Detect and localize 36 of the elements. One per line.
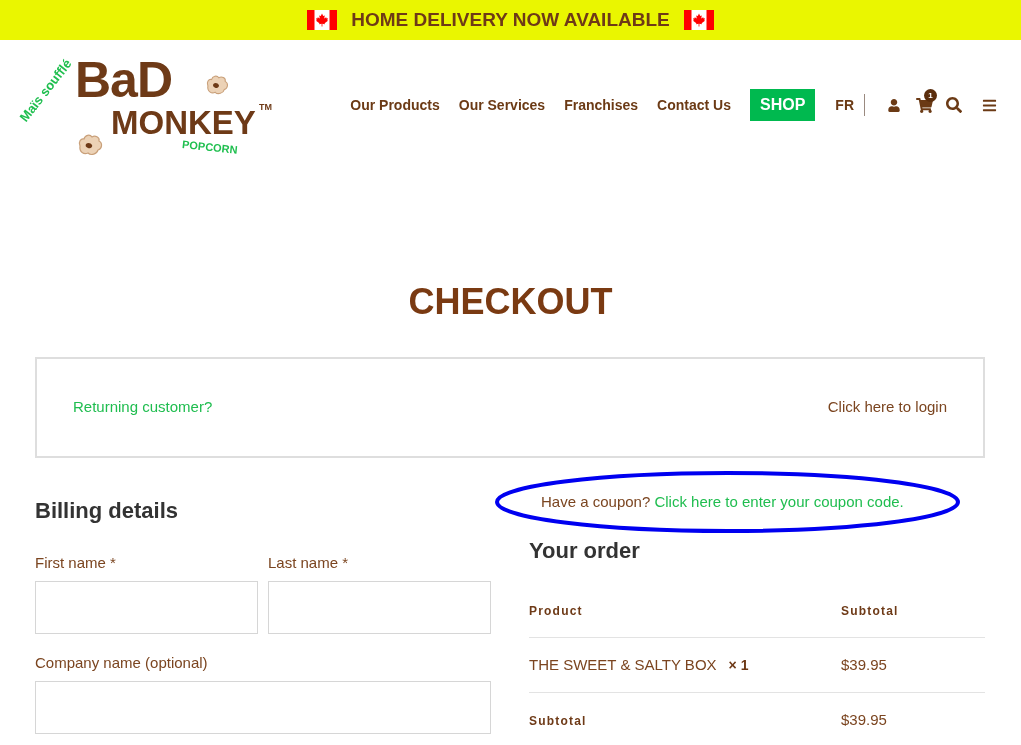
nav-link[interactable]: Contact Us xyxy=(657,94,731,116)
billing-title: Billing details xyxy=(35,497,180,525)
coupon-notice: Have a coupon? Click here to enter your coupon code. xyxy=(541,491,904,512)
product-name: THE SWEET & SALTY BOX xyxy=(529,654,717,675)
menu-icon[interactable] xyxy=(982,97,997,113)
language-link[interactable]: FR xyxy=(835,94,854,116)
order-title: Your order xyxy=(529,537,641,565)
returning-customer-text: Returning customer? xyxy=(73,397,213,418)
subtotal-value: $39.95 xyxy=(841,709,887,730)
logo-wordmark: MONKEY xyxy=(111,105,256,139)
nav-link[interactable]: Franchises xyxy=(564,94,639,116)
page-title: CHECKOUT xyxy=(408,282,613,322)
logo-wordmark: BaD xyxy=(75,54,173,105)
canada-flag-icon xyxy=(307,10,338,30)
cart-count-badge: 1 xyxy=(924,88,937,102)
field-label: Company name (optional) xyxy=(35,653,209,673)
field-label: First name * xyxy=(35,553,117,573)
trademark-mark: TM xyxy=(259,102,272,112)
input-field[interactable] xyxy=(268,581,491,634)
nav-link[interactable]: Our Services xyxy=(458,94,546,116)
logo-subtitle: POPCORN xyxy=(181,138,239,156)
line-subtotal: $39.95 xyxy=(841,654,887,675)
search-icon[interactable] xyxy=(946,97,962,113)
column-header: Product xyxy=(529,603,583,618)
field-label: Last name * xyxy=(268,553,350,573)
total-label: Subtotal xyxy=(529,714,587,728)
popcorn-icon xyxy=(205,74,229,95)
login-link[interactable]: Click here to login xyxy=(827,396,947,419)
input-field[interactable] xyxy=(35,581,258,634)
announcement-text: HOME DELIVERY NOW AVAILABLE xyxy=(351,7,670,32)
input-field[interactable] xyxy=(35,681,491,734)
column-header: Subtotal xyxy=(841,603,899,618)
canada-flag-icon xyxy=(683,10,714,30)
account-icon[interactable] xyxy=(888,98,900,112)
product-quantity: × 1 xyxy=(728,655,749,675)
nav-link[interactable]: Our Products xyxy=(350,94,440,116)
